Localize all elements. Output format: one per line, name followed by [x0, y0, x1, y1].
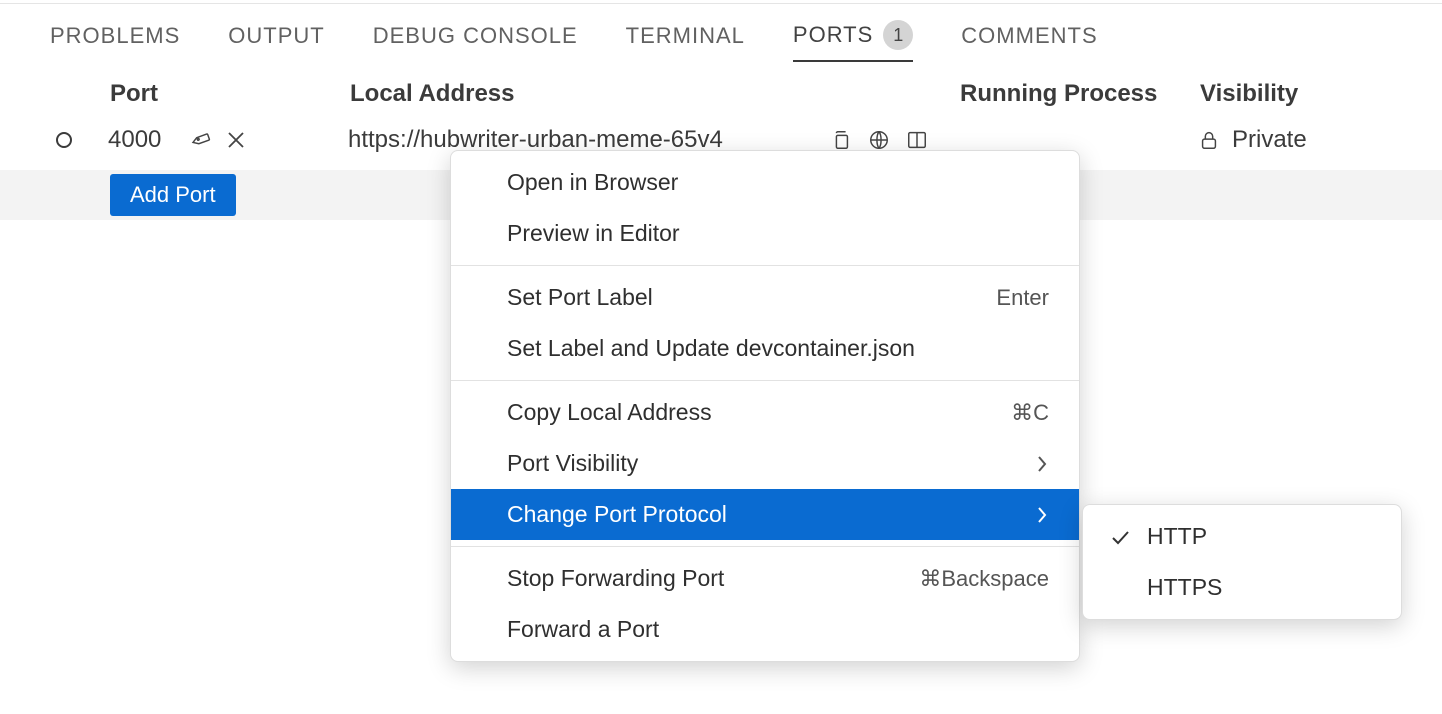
check-icon — [1109, 527, 1131, 547]
menu-open-in-browser[interactable]: Open in Browser — [451, 157, 1079, 208]
menu-label: Port Visibility — [507, 450, 638, 477]
menu-stop-forwarding-port[interactable]: Stop Forwarding Port ⌘Backspace — [451, 553, 1079, 604]
menu-forward-a-port[interactable]: Forward a Port — [451, 604, 1079, 655]
menu-label: Set Label and Update devcontainer.json — [507, 335, 915, 362]
panel-top-border — [0, 3, 1442, 4]
menu-label: Stop Forwarding Port — [507, 565, 724, 592]
tab-output[interactable]: OUTPUT — [228, 23, 324, 59]
tab-problems[interactable]: PROBLEMS — [50, 23, 180, 59]
submenu-label: HTTP — [1147, 523, 1207, 550]
add-port-button[interactable]: Add Port — [110, 174, 236, 216]
menu-copy-local-address[interactable]: Copy Local Address ⌘C — [451, 387, 1079, 438]
tab-terminal[interactable]: TERMINAL — [626, 23, 745, 59]
port-status-icon — [56, 132, 72, 148]
globe-icon[interactable] — [868, 129, 890, 151]
menu-set-port-label[interactable]: Set Port Label Enter — [451, 272, 1079, 323]
menu-separator — [451, 380, 1079, 381]
close-icon[interactable] — [225, 129, 247, 151]
menu-shortcut: ⌘Backspace — [919, 566, 1049, 592]
menu-separator — [451, 265, 1079, 266]
port-context-menu: Open in Browser Preview in Editor Set Po… — [450, 150, 1080, 662]
menu-port-visibility[interactable]: Port Visibility — [451, 438, 1079, 489]
menu-change-port-protocol[interactable]: Change Port Protocol — [451, 489, 1079, 540]
menu-preview-in-editor[interactable]: Preview in Editor — [451, 208, 1079, 259]
column-header-visibility: Visibility — [1200, 80, 1412, 108]
tab-debug-console[interactable]: DEBUG CONSOLE — [373, 23, 578, 59]
menu-separator — [451, 546, 1079, 547]
copy-icon[interactable] — [830, 129, 852, 151]
lock-icon — [1198, 129, 1220, 151]
submenu-https[interactable]: HTTPS — [1083, 562, 1401, 613]
column-header-local-address: Local Address — [350, 80, 960, 108]
chevron-right-icon — [1035, 504, 1049, 526]
split-preview-icon[interactable] — [906, 129, 928, 151]
menu-label: Preview in Editor — [507, 220, 680, 247]
menu-shortcut: Enter — [996, 285, 1049, 311]
menu-label: Forward a Port — [507, 616, 659, 643]
tab-ports[interactable]: PORTS 1 — [793, 20, 913, 62]
ports-table-header: Port Local Address Running Process Visib… — [110, 80, 1412, 108]
column-header-running-process: Running Process — [960, 80, 1200, 108]
panel-tabs: PROBLEMS OUTPUT DEBUG CONSOLE TERMINAL P… — [50, 20, 1098, 62]
column-header-port: Port — [110, 80, 350, 108]
submenu-http[interactable]: HTTP — [1083, 511, 1401, 562]
menu-label: Copy Local Address — [507, 399, 712, 426]
chevron-right-icon — [1035, 453, 1049, 475]
menu-set-label-update-devcontainer[interactable]: Set Label and Update devcontainer.json — [451, 323, 1079, 374]
tab-comments[interactable]: COMMENTS — [961, 23, 1097, 59]
ports-count-badge: 1 — [883, 20, 913, 50]
menu-label: Set Port Label — [507, 284, 653, 311]
menu-label: Change Port Protocol — [507, 501, 727, 528]
label-icon[interactable] — [189, 129, 211, 151]
submenu-label: HTTPS — [1147, 574, 1222, 601]
tab-ports-label: PORTS — [793, 22, 873, 48]
menu-label: Open in Browser — [507, 169, 678, 196]
visibility-value: Private — [1232, 126, 1307, 154]
protocol-submenu: HTTP HTTPS — [1082, 504, 1402, 620]
menu-shortcut: ⌘C — [1011, 400, 1049, 426]
port-number: 4000 — [108, 126, 161, 154]
